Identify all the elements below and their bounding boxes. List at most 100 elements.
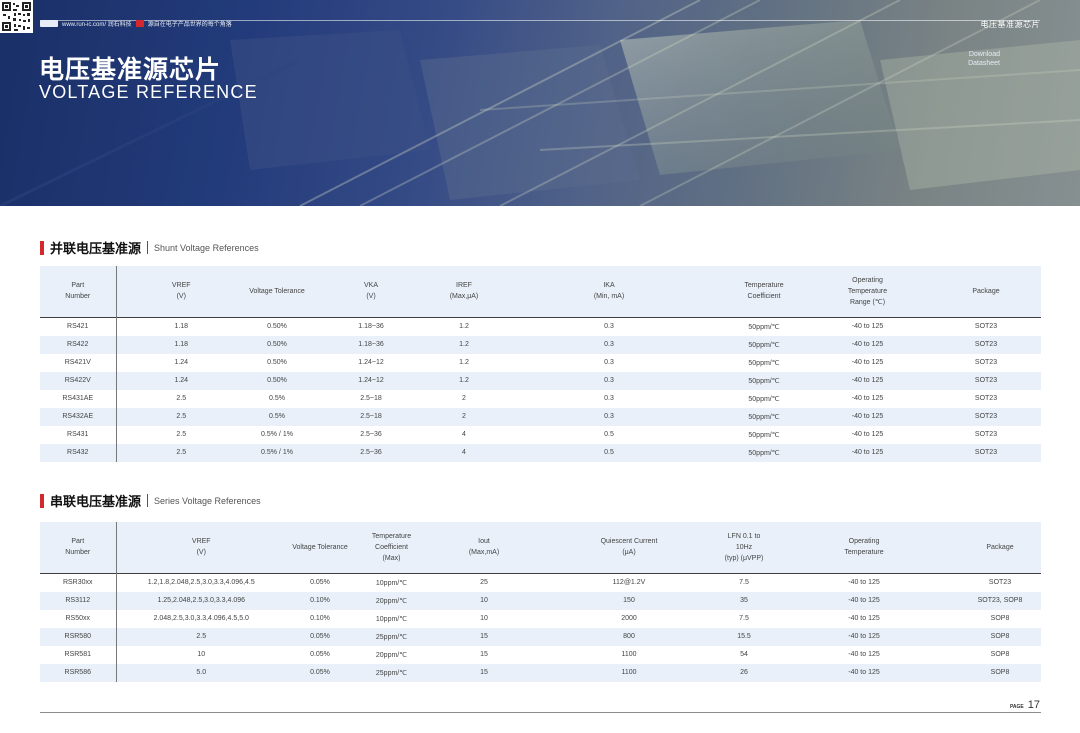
table-cell: 35 (740, 597, 748, 604)
series-table: Part Number VREF (V) Voltage Tolerance Temp… (40, 522, 1041, 682)
table-cell: 2 (462, 395, 466, 402)
part-number-cell: RS431 (40, 425, 117, 444)
table-row: RS432AE 2.5 0.5% 2.5~18 2 0.3 50ppm/℃ -40 to 12… (40, 407, 1041, 426)
table-cell: SOT23 (974, 431, 998, 438)
shunt-table: Part Number VREF (V) Voltage Tolerance VKA … (40, 266, 1041, 462)
column-header: Part Number (40, 522, 117, 573)
footer-rule (40, 712, 1041, 713)
table-cell: SOT23 (974, 449, 998, 456)
table-cell: 10 (197, 651, 206, 658)
table-cell: 1.2,1.8,2.048,2.5,3.0,3.3,4.096,4.5 (147, 579, 255, 586)
table-cell: SOT23 (974, 323, 998, 330)
table-row: RS50xx 2.048,2.5,3.0,3.3,4.096,4.5,5.0 0.1… (40, 609, 1041, 628)
column-header: VKA (V) (363, 282, 378, 301)
table-cell: 2.5~18 (360, 395, 382, 402)
table-cell: 50ppm/℃ (748, 377, 780, 385)
table-cell: 10ppm/℃ (375, 615, 408, 623)
table-cell: 112@1.2V (612, 579, 646, 586)
table-cell: 1.24 (174, 377, 189, 384)
page-number: 17 (1027, 699, 1040, 711)
table-row: RS431AE 2.5 0.5% 2.5~18 2 0.3 50ppm/℃ -40 to 12… (40, 389, 1041, 408)
shunt-section-heading: 并联电压基准源 Shunt Voltage References (40, 238, 259, 257)
chip-background-image (0, 0, 1080, 206)
table-cell: 2.048,2.5,3.0,3.3,4.096,4.5,5.0 (153, 615, 249, 622)
table-cell: -40 to 125 (851, 359, 884, 366)
table-cell: 1.2 (459, 323, 469, 330)
table-cell: -40 to 125 (851, 323, 884, 330)
table-cell: 0.10% (310, 597, 330, 604)
company-slogan: 源自在电子产品世界的每个角落 (147, 22, 232, 28)
table-cell: 1.18 (174, 341, 189, 348)
table-cell: 1.2 (459, 359, 469, 366)
table-cell: 20ppm/℃ (375, 651, 408, 659)
table-cell: -40 to 125 (851, 395, 884, 402)
table-cell: 25ppm/℃ (375, 633, 408, 641)
table-cell: 10ppm/℃ (375, 579, 408, 587)
table-cell: 2.5 (176, 413, 187, 420)
table-cell: 15 (480, 669, 488, 676)
shunt-heading-cn: 并联电压基准源 (50, 241, 142, 256)
table-row: RS421 1.18 0.50% 1.18~36 1.2 0.3 50ppm/℃ -40 to… (40, 317, 1041, 336)
table-cell: -40 to 125 (851, 413, 884, 420)
table-cell: 0.05% (310, 579, 330, 586)
table-cell: -40 to 125 (848, 615, 880, 622)
table-cell: 20ppm/℃ (375, 597, 408, 605)
heading-accent-bar (40, 240, 44, 255)
table-cell: 1.18~36 (358, 341, 384, 348)
table-row: RS3112 1.25,2.048,2.5,3.0,3.3,4.096 0.10% 2… (40, 591, 1041, 610)
table-cell: 2.5~36 (360, 449, 382, 456)
table-cell: 0.5 (604, 449, 614, 456)
table-cell: SOP8 (990, 633, 1010, 640)
column-header: Package (986, 543, 1014, 551)
part-number-cell: RS50xx (40, 609, 117, 628)
table-cell: 15 (480, 633, 488, 640)
table-cell: 7.5 (739, 615, 749, 622)
column-header: Temperature Coefficient (744, 282, 784, 301)
table-cell: -40 to 125 (851, 431, 884, 438)
header-banner: www.run-ic.com/ 润石科技 源自在电子产品世界的每个角落 电压基准… (0, 0, 1080, 206)
table-cell: 0.05% (310, 633, 330, 640)
part-number-cell: RS421 (40, 317, 117, 336)
table-cell: 0.3 (604, 323, 614, 330)
part-number-cell: RS422V (40, 371, 117, 390)
table-cell: 25ppm/℃ (375, 669, 408, 677)
column-header: Operating Temperature Range (℃) (847, 276, 888, 306)
table-cell: 0.3 (604, 377, 614, 384)
column-header: Quiescent Current (μA) (600, 538, 658, 557)
category-label: 电压基准源芯片 (980, 20, 1040, 29)
table-cell: 10 (480, 615, 488, 622)
part-number-cell: RS422 (40, 335, 117, 354)
table-cell: 0.5% / 1% (261, 431, 293, 438)
qr-code-icon[interactable] (0, 0, 33, 33)
part-number-cell: RS432 (40, 443, 117, 462)
company-site-text: www.run-ic.com/ 润石科技 (62, 22, 132, 28)
table-cell: 50ppm/℃ (748, 359, 780, 367)
page-title-cn: 电压基准源芯片 (39, 56, 222, 84)
column-header: Voltage Tolerance (292, 543, 348, 551)
table-cell: 50ppm/℃ (748, 431, 780, 439)
table-cell: -40 to 125 (848, 651, 880, 658)
part-number-cell: RS3112 (40, 591, 117, 610)
table-cell: 0.50% (267, 359, 287, 366)
column-header: Operating Temperature (844, 538, 884, 557)
table-cell: 1.24~12 (358, 359, 384, 366)
table-cell: 0.5% (269, 395, 285, 402)
download-datasheet-label: Download Datasheet (968, 51, 1000, 67)
table-cell: 2.5 (176, 431, 187, 438)
table-cell: 1.24 (174, 359, 189, 366)
table-cell: 5.0 (196, 669, 207, 676)
series-section-heading: 串联电压基准源 Series Voltage References (40, 491, 261, 510)
company-logo (40, 20, 58, 27)
table-cell: 0.05% (310, 669, 330, 676)
part-number-cell: RSR30xx (40, 573, 117, 592)
part-number-cell: RS432AE (40, 407, 117, 426)
heading-divider (147, 494, 149, 507)
table-cell: SOP8 (990, 669, 1010, 676)
table-cell: 50ppm/℃ (748, 449, 780, 457)
table-cell: SOT23 (974, 413, 998, 420)
table-cell: 1.2 (459, 341, 469, 348)
table-cell: SOP8 (990, 615, 1010, 622)
column-header: Temperature Coefficient (Max) (371, 532, 412, 562)
table-cell: -40 to 125 (851, 449, 884, 456)
table-cell: SOT23 (974, 341, 998, 348)
